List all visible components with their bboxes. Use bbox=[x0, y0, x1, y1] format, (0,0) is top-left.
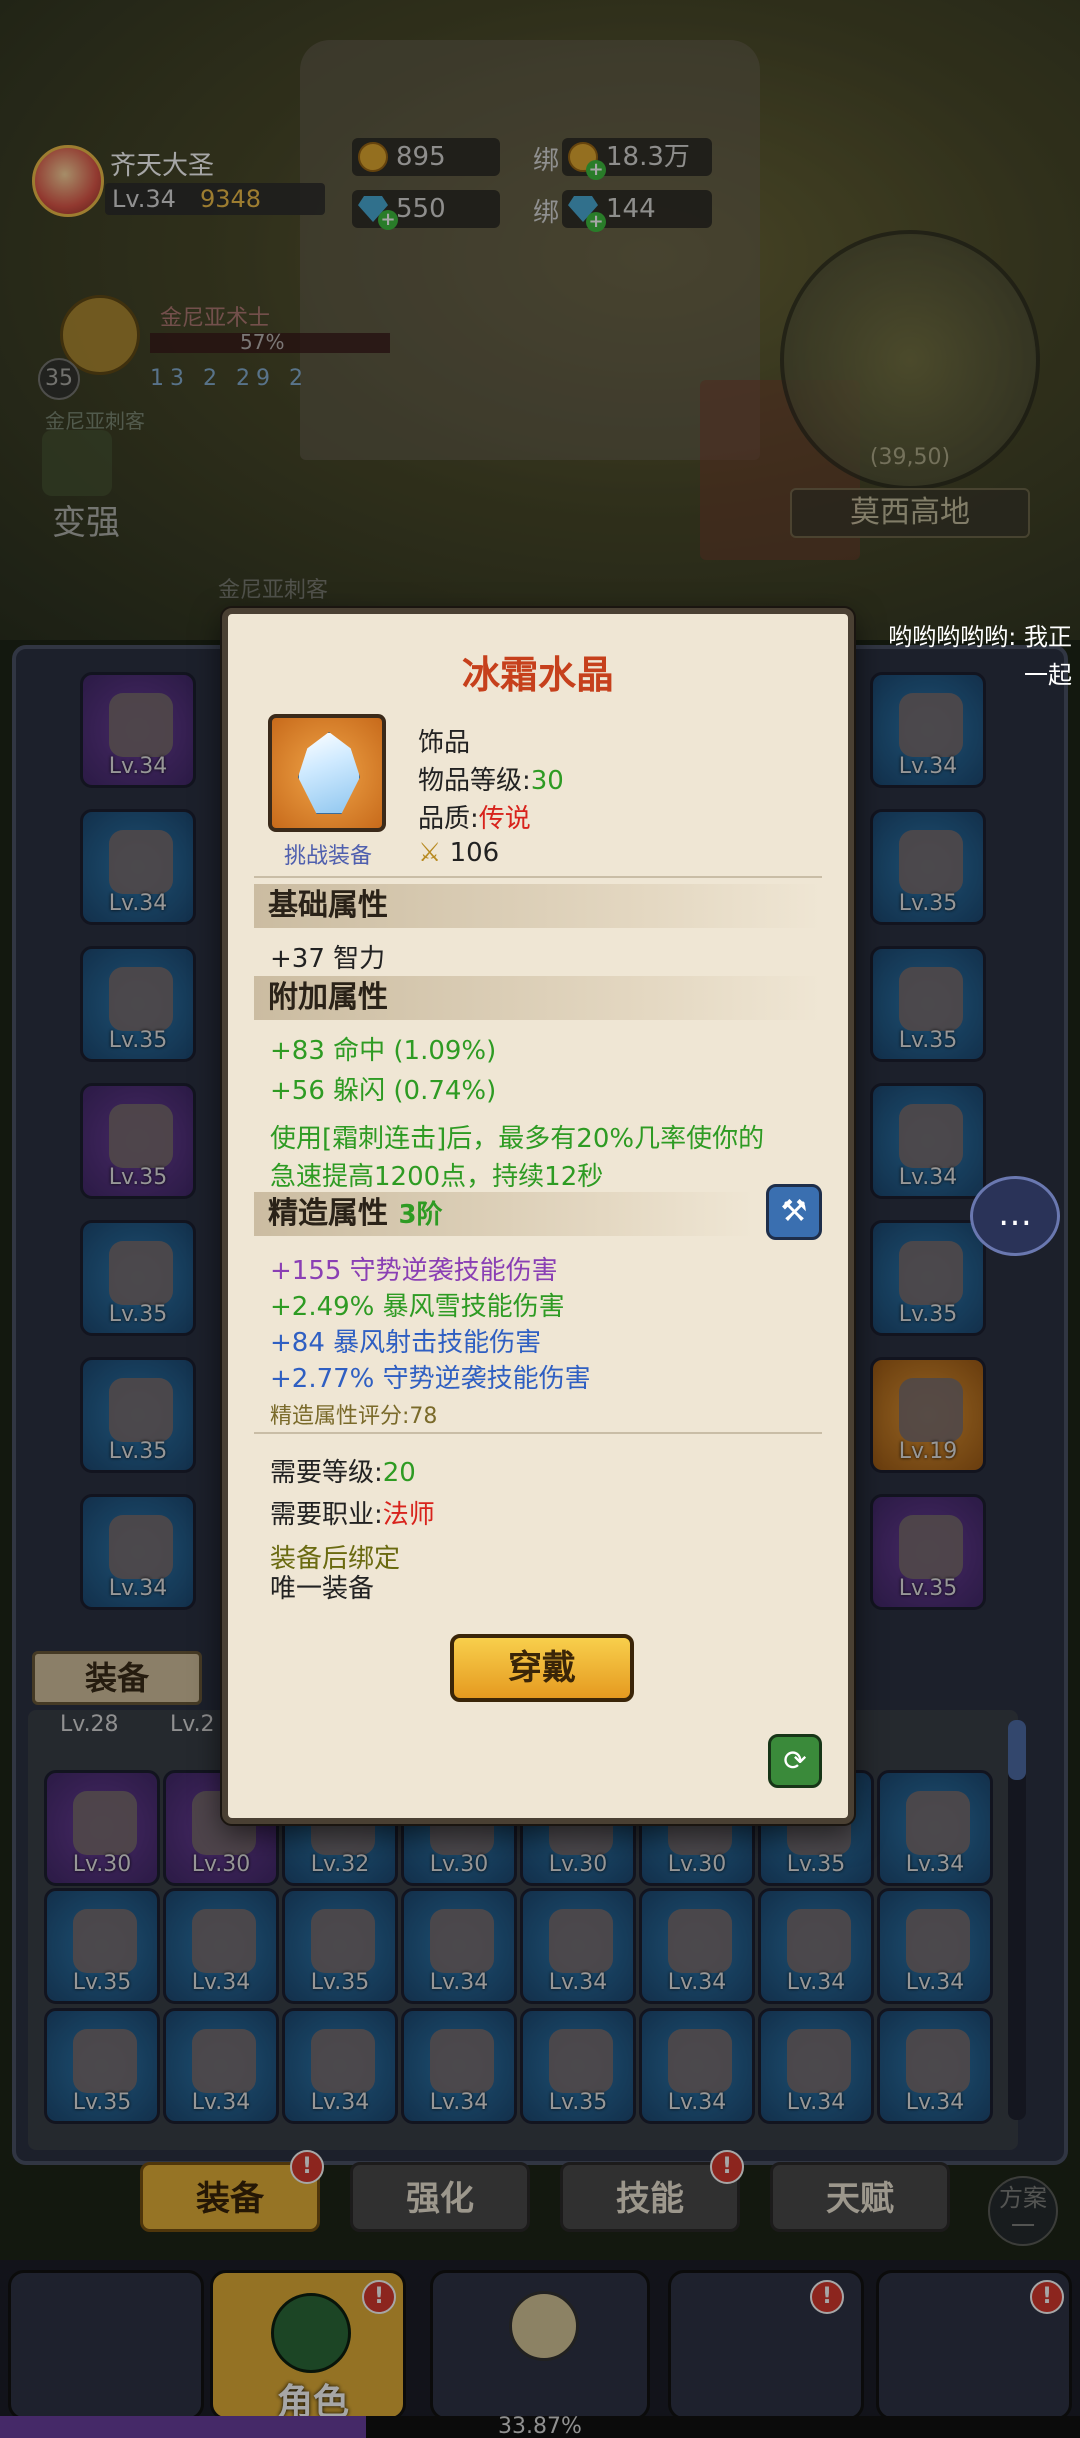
item-challenge-tag: 挑战装备 bbox=[283, 844, 372, 869]
req-class-row: 需要职业:法师 bbox=[270, 1494, 435, 1531]
equip-button[interactable]: 穿戴 bbox=[450, 1634, 634, 1702]
item-tooltip-card: 冰霜水晶 挑战装备 饰品 物品等级:30 品质:传说 ⚔ 106 基础属性 +3… bbox=[222, 608, 854, 1824]
divider bbox=[254, 876, 822, 878]
effect-line-2: 急速提高1200点，持续12秒 bbox=[270, 1162, 604, 1192]
base-attr-header: 基础属性 bbox=[254, 884, 822, 928]
refine-stat-4: +2.77% 守势逆袭技能伤害 bbox=[270, 1364, 591, 1394]
req-level-value: 20 bbox=[382, 1458, 416, 1488]
req-class-label: 需要职业: bbox=[270, 1500, 383, 1530]
item-level-label: 物品等级: bbox=[418, 766, 531, 796]
item-level-row: 物品等级:30 bbox=[418, 760, 564, 797]
refine-stat-2: +2.49% 暴风雪技能伤害 bbox=[270, 1292, 565, 1322]
divider-2 bbox=[254, 1432, 822, 1434]
refine-tier: 3阶 bbox=[398, 1200, 443, 1230]
item-title: 冰霜水晶 bbox=[461, 653, 614, 697]
chat-bubble-icon[interactable]: … bbox=[970, 1176, 1060, 1256]
req-level-row: 需要等级:20 bbox=[270, 1452, 416, 1489]
req-class-value: 法师 bbox=[382, 1500, 435, 1530]
share-button[interactable]: ⟳ bbox=[768, 1734, 822, 1788]
refine-header-label: 精造属性 bbox=[268, 1196, 388, 1231]
item-level-value: 30 bbox=[530, 766, 564, 796]
item-type: 饰品 bbox=[418, 728, 471, 758]
crossed-swords-icon: ⚔ bbox=[418, 838, 442, 868]
item-power-value: 106 bbox=[449, 838, 500, 868]
extra-stat-dodge: +56 躲闪 (0.74%) bbox=[270, 1076, 497, 1106]
refine-stat-3: +84 暴风射击技能伤害 bbox=[270, 1328, 542, 1358]
item-quality-value: 传说 bbox=[478, 804, 531, 834]
ice-crystal-icon bbox=[298, 732, 360, 814]
refine-score: 精造属性评分:78 bbox=[270, 1404, 438, 1429]
req-level-label: 需要等级: bbox=[270, 1458, 383, 1488]
item-quality-row: 品质:传说 bbox=[418, 798, 531, 835]
item-icon-frame bbox=[268, 714, 386, 832]
refine-attr-header: 精造属性 3阶 bbox=[254, 1192, 754, 1236]
unique-note: 唯一装备 bbox=[270, 1574, 375, 1604]
refine-stat-1: +155 守势逆袭技能伤害 bbox=[270, 1256, 558, 1286]
extra-attr-header: 附加属性 bbox=[254, 976, 822, 1020]
refine-hammer-button[interactable]: ⚒ bbox=[766, 1184, 822, 1240]
item-quality-label: 品质: bbox=[418, 804, 479, 834]
base-stat: +37 智力 bbox=[270, 944, 386, 974]
item-power-row: ⚔ 106 bbox=[418, 838, 499, 868]
effect-line-1: 使用[霜刺连击]后，最多有20%几率使你的 bbox=[270, 1124, 765, 1154]
extra-stat-hit: +83 命中 (1.09%) bbox=[270, 1036, 497, 1066]
